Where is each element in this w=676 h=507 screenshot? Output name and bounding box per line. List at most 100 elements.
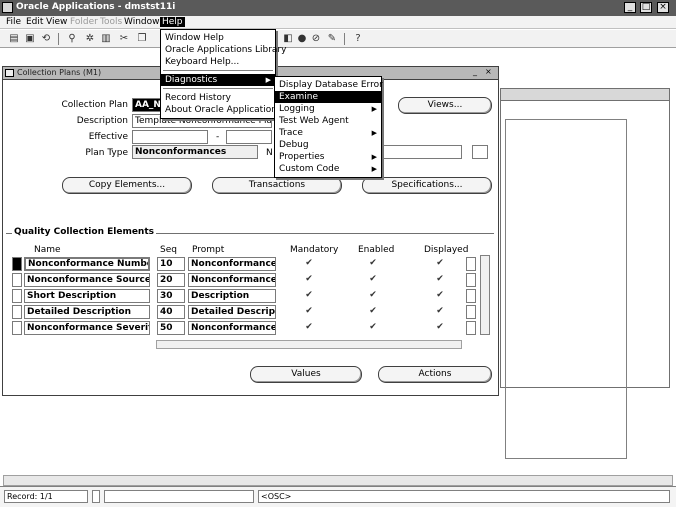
menu-window[interactable]: Window — [122, 17, 162, 27]
grid-horizontal-scrollbar[interactable] — [156, 340, 462, 349]
plan-type-field[interactable]: Nonconformances — [132, 145, 258, 159]
print-icon[interactable]: ▥ — [100, 33, 112, 45]
menu-item-test-web-agent[interactable]: Test Web Agent — [275, 115, 381, 127]
menu-item-about-oracle-applications[interactable]: About Oracle Applications... — [161, 104, 290, 116]
close-button[interactable]: × — [657, 2, 669, 13]
mandatory-checkbox[interactable]: ✔ — [303, 257, 315, 269]
form-close-icon[interactable]: × — [485, 67, 492, 76]
menu-item-custom-code[interactable]: Custom Code ▶ — [275, 163, 381, 175]
values-button[interactable]: Values — [250, 366, 362, 383]
background-window-titlebar[interactable] — [501, 89, 669, 101]
element-seq-cell[interactable]: 20 — [157, 273, 185, 287]
element-name-cell[interactable]: Nonconformance Severity — [24, 321, 150, 335]
enabled-checkbox[interactable]: ✔ — [367, 257, 379, 269]
find-icon[interactable]: ⚲ — [66, 33, 78, 45]
open-icon[interactable]: ▤ — [8, 33, 20, 45]
save-icon[interactable]: ▣ — [24, 33, 36, 45]
element-name-cell[interactable]: Detailed Description — [24, 305, 150, 319]
maximize-button[interactable]: □ — [640, 2, 652, 13]
menu-item-oracle-applications-library[interactable]: Oracle Applications Library — [161, 44, 286, 56]
help-icon[interactable]: ? — [352, 33, 364, 45]
menu-item-logging[interactable]: Logging ▶ — [275, 103, 381, 115]
folder-icon[interactable]: ⊘ — [310, 33, 322, 45]
menu-item-trace[interactable]: Trace ▶ — [275, 127, 381, 139]
paperclip-icon[interactable]: ✎ — [326, 33, 338, 45]
menu-bar: File Edit View Folder Tools Window Help — [0, 16, 676, 29]
enabled-checkbox[interactable]: ✔ — [367, 321, 379, 333]
enabled-checkbox[interactable]: ✔ — [367, 273, 379, 285]
row-indicator[interactable] — [12, 321, 22, 335]
displayed-checkbox[interactable]: ✔ — [434, 321, 446, 333]
views-button[interactable]: Views... — [398, 97, 492, 114]
form-title: Collection Plans (M1) — [17, 68, 102, 77]
form-minimize-icon[interactable]: _ — [473, 67, 477, 76]
plan-type-lov-button[interactable] — [472, 145, 488, 159]
menu-item-properties[interactable]: Properties ▶ — [275, 151, 381, 163]
row-more-field[interactable] — [466, 273, 476, 287]
element-seq-cell[interactable]: 10 — [157, 257, 185, 271]
displayed-checkbox[interactable]: ✔ — [434, 257, 446, 269]
menu-view[interactable]: View — [44, 17, 69, 27]
row-indicator[interactable] — [12, 305, 22, 319]
element-prompt-cell[interactable]: Nonconformance Severity — [188, 321, 276, 335]
menu-item-examine[interactable]: Examine — [275, 91, 381, 103]
menu-help[interactable]: Help — [160, 17, 185, 27]
displayed-checkbox[interactable]: ✔ — [434, 273, 446, 285]
clear-icon[interactable]: ◧ — [282, 33, 294, 45]
copy-icon[interactable]: ❐ — [136, 33, 148, 45]
menu-item-keyboard-help[interactable]: Keyboard Help... — [161, 56, 275, 68]
cut-icon[interactable]: ✂ — [118, 33, 130, 45]
displayed-checkbox[interactable]: ✔ — [434, 305, 446, 317]
menu-tools[interactable]: Tools — [98, 17, 124, 27]
zoom-icon[interactable]: ✲ — [84, 33, 96, 45]
grid-vertical-scrollbar[interactable] — [480, 255, 490, 335]
refresh-icon[interactable]: ⟲ — [40, 33, 52, 45]
element-name-cell[interactable]: Short Description — [24, 289, 150, 303]
menu-separator — [163, 88, 273, 89]
element-prompt-cell[interactable]: Nonconformance Nu — [188, 257, 276, 271]
workspace-horizontal-scrollbar[interactable] — [3, 475, 673, 486]
row-indicator[interactable] — [12, 257, 22, 271]
mandatory-checkbox[interactable]: ✔ — [303, 305, 315, 317]
row-more-field[interactable] — [466, 305, 476, 319]
mandatory-checkbox[interactable]: ✔ — [303, 273, 315, 285]
element-prompt-cell[interactable]: Detailed Description — [188, 305, 276, 319]
menu-edit[interactable]: Edit — [24, 17, 45, 27]
effective-to-field[interactable] — [226, 130, 272, 144]
row-indicator[interactable] — [12, 273, 22, 287]
element-seq-cell[interactable]: 50 — [157, 321, 185, 335]
mandatory-checkbox[interactable]: ✔ — [303, 321, 315, 333]
element-name-cell[interactable]: Nonconformance Source — [24, 273, 150, 287]
collection-plan-field[interactable]: AA_NC — [132, 98, 162, 112]
enabled-checkbox[interactable]: ✔ — [367, 289, 379, 301]
menu-item-window-help[interactable]: Window Help — [161, 32, 275, 44]
enabled-checkbox[interactable]: ✔ — [367, 305, 379, 317]
effective-from-field[interactable] — [132, 130, 208, 144]
menu-item-diagnostics[interactable]: Diagnostics ▶ — [161, 74, 275, 86]
displayed-checkbox[interactable]: ✔ — [434, 289, 446, 301]
menu-item-display-database-error[interactable]: Display Database Error — [275, 79, 383, 91]
element-seq-cell[interactable]: 30 — [157, 289, 185, 303]
row-more-field[interactable] — [466, 289, 476, 303]
copy-elements-button[interactable]: Copy Elements... — [62, 177, 192, 194]
menu-file[interactable]: File — [4, 17, 23, 27]
element-prompt-cell[interactable]: Description — [188, 289, 276, 303]
background-window — [500, 88, 670, 459]
column-name: Name — [34, 245, 61, 255]
menu-folder[interactable]: Folder — [68, 17, 100, 27]
element-seq-cell[interactable]: 40 — [157, 305, 185, 319]
element-prompt-cell[interactable]: Nonconformance So — [188, 273, 276, 287]
mandatory-checkbox[interactable]: ✔ — [303, 289, 315, 301]
minimize-button[interactable]: _ — [624, 2, 636, 13]
specifications-button[interactable]: Specifications... — [362, 177, 492, 194]
row-more-field[interactable] — [466, 257, 476, 271]
actions-button[interactable]: Actions — [378, 366, 492, 383]
row-indicator[interactable] — [12, 289, 22, 303]
row-more-field[interactable] — [466, 321, 476, 335]
element-name-cell[interactable]: Nonconformance Number — [24, 257, 150, 271]
attach-icon[interactable]: ● — [296, 33, 308, 45]
menu-item-record-history[interactable]: Record History — [161, 92, 275, 104]
transactions-button[interactable]: Transactions — [212, 177, 342, 194]
help-menu: Window Help Oracle Applications Library … — [160, 29, 290, 119]
menu-item-debug[interactable]: Debug — [275, 139, 381, 151]
